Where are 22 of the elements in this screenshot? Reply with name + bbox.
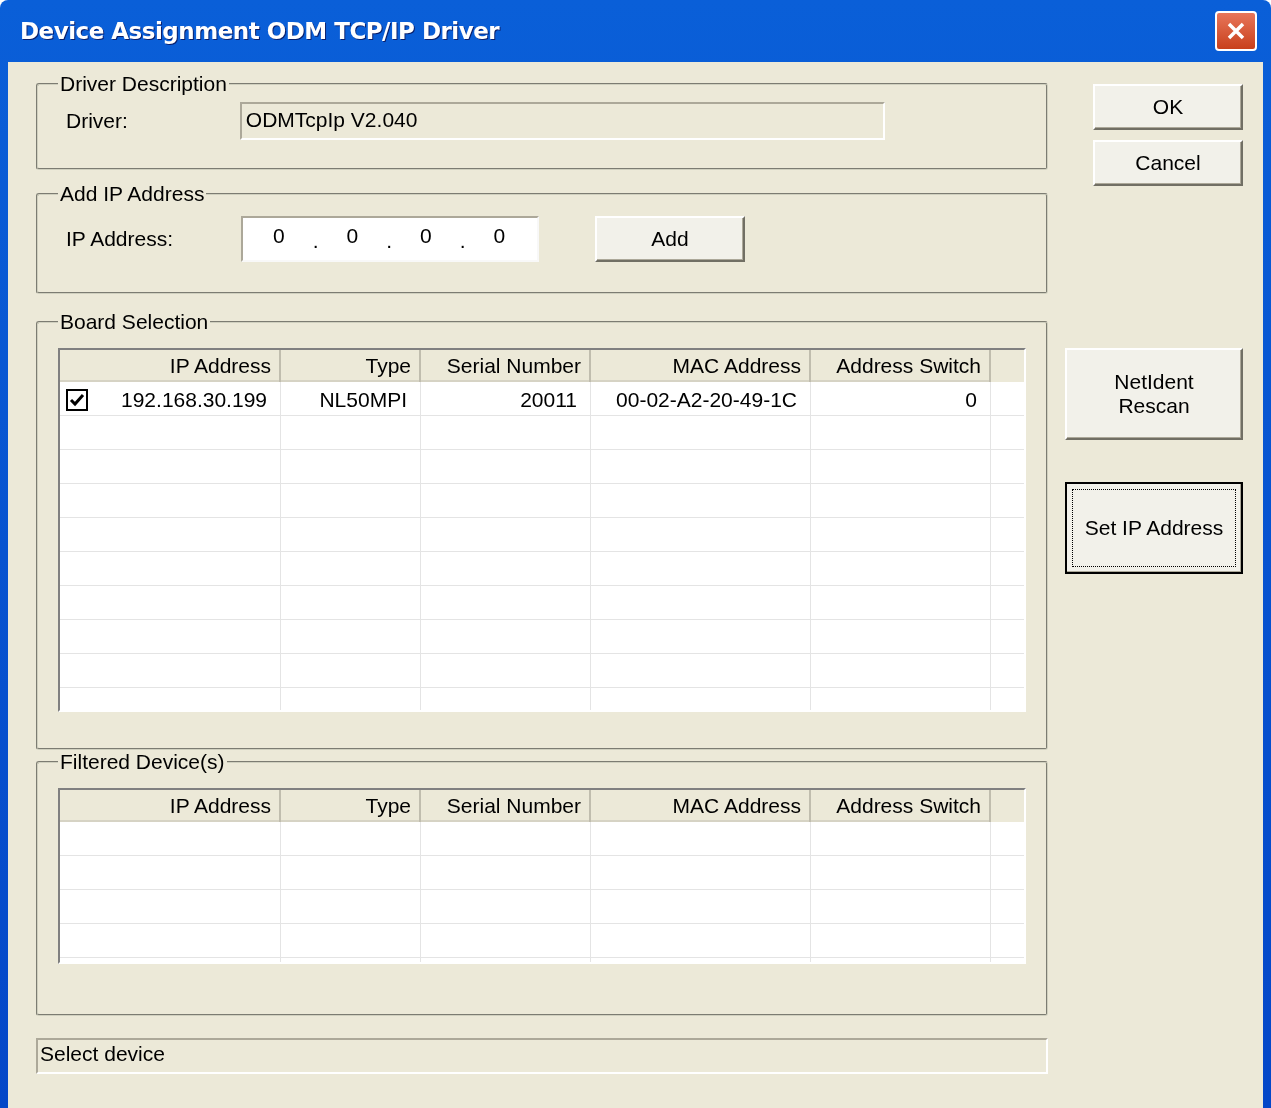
group-label: Add IP Address xyxy=(59,182,206,206)
field-label: Driver: xyxy=(66,109,128,133)
dialog-button[interactable]: Set IP Address xyxy=(1065,482,1243,574)
dialog-button[interactable]: OK xyxy=(1093,84,1243,130)
window-title: Device Assignment ODM TCP/IP Driver xyxy=(20,18,500,44)
status-bar: Select device xyxy=(36,1038,1048,1074)
table-cell: 0 xyxy=(965,388,977,412)
field-label: IP Address: xyxy=(66,227,173,251)
group-label: Filtered Device(s) xyxy=(59,750,226,774)
driver-field: ODMTcpIp V2.040 xyxy=(239,102,885,140)
checkbox[interactable] xyxy=(66,389,88,411)
dialog-button[interactable]: Cancel xyxy=(1093,140,1243,186)
dialog-button[interactable]: NetIdent Rescan xyxy=(1065,348,1243,440)
table-cell: 192.168.30.199 xyxy=(121,388,267,412)
group-label: Driver Description xyxy=(59,72,228,96)
table-cell: 00-02-A2-20-49-1C xyxy=(616,388,797,412)
group-label: Board Selection xyxy=(59,310,210,334)
table-cell: NL50MPI xyxy=(319,388,407,412)
close-icon[interactable] xyxy=(1215,11,1257,51)
table-cell: 20011 xyxy=(520,388,577,412)
ip-address-field[interactable]: 0 . 0 . 0 . 0 xyxy=(241,216,539,262)
add-button[interactable]: Add xyxy=(595,216,745,262)
